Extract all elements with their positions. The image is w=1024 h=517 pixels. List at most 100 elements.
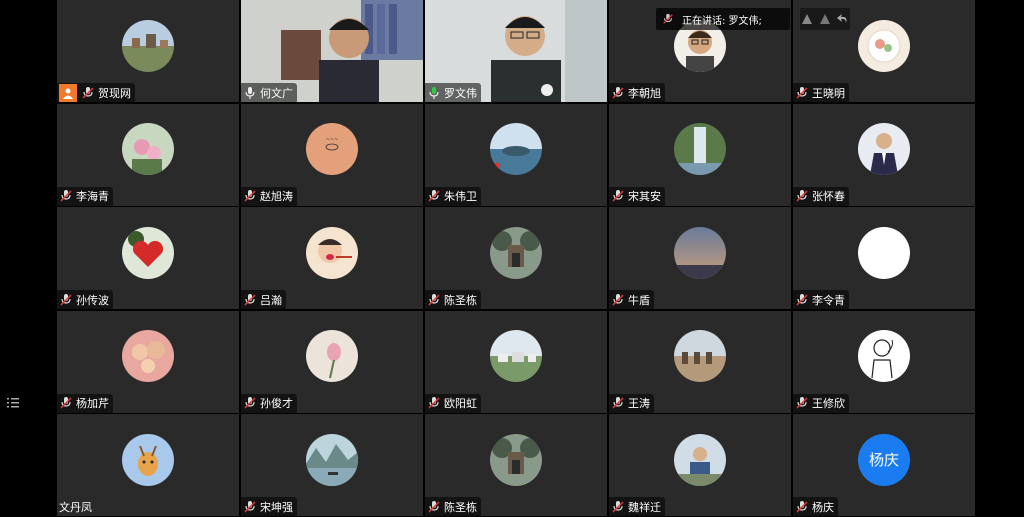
muted-mic-icon[interactable]	[243, 189, 257, 203]
participant-tile[interactable]: 孙俊才	[241, 310, 423, 413]
participant-tile[interactable]: 杨加芹	[57, 310, 239, 413]
participant-avatar	[306, 226, 358, 279]
participant-name-bar: 宋其安	[609, 186, 665, 206]
host-icon	[59, 83, 77, 102]
participant-name: 何文广	[260, 86, 293, 100]
participant-tile[interactable]: 王修欣	[793, 310, 975, 413]
participant-tile[interactable]: 朱伟卫	[425, 103, 607, 206]
participant-tile[interactable]: 陈圣栋	[425, 414, 607, 516]
participant-name-bar: 吕瀚	[241, 290, 286, 309]
participant-name: 孙俊才	[260, 397, 293, 410]
participant-name: 欧阳虹	[444, 397, 477, 410]
participant-name-bar: 朱伟卫	[425, 186, 481, 206]
participant-tile[interactable]: 李海青	[57, 103, 239, 206]
muted-mic-icon[interactable]	[59, 189, 73, 203]
muted-mic-icon[interactable]	[795, 396, 809, 410]
participant-avatar	[674, 226, 726, 279]
participant-tile[interactable]: 宋其安	[609, 103, 791, 206]
participant-avatar	[858, 330, 910, 383]
participant-name-bar: 文丹凤	[57, 497, 96, 516]
muted-mic-icon[interactable]	[427, 396, 441, 410]
participant-tile[interactable]: 陈圣栋	[425, 207, 607, 309]
muted-mic-icon[interactable]	[59, 396, 73, 410]
participant-name: 魏祥迁	[628, 500, 661, 514]
muted-mic-icon[interactable]	[611, 86, 625, 100]
muted-mic-icon[interactable]	[795, 293, 809, 307]
participant-name: 陈圣栋	[444, 293, 477, 307]
participant-name: 王晓明	[812, 86, 845, 100]
participant-name-bar: 陈圣栋	[425, 497, 481, 516]
participant-name: 李海青	[76, 190, 109, 203]
muted-mic-icon[interactable]	[795, 86, 809, 100]
muted-mic-icon[interactable]	[427, 500, 441, 514]
participant-avatar	[306, 330, 358, 383]
participant-tile[interactable]: 欧阳虹	[425, 310, 607, 413]
speaking-mic-icon[interactable]	[427, 86, 441, 100]
participant-tile[interactable]: 张怀春	[793, 103, 975, 206]
muted-mic-icon[interactable]	[795, 500, 809, 514]
participant-name: 杨庆	[812, 500, 834, 514]
participant-name-bar: 张怀春	[793, 186, 849, 206]
participant-name-bar: 王涛	[609, 393, 654, 413]
muted-mic-icon[interactable]	[243, 293, 257, 307]
muted-mic-icon[interactable]	[243, 396, 257, 410]
participant-avatar	[122, 330, 174, 383]
participant-name-bar: 赵旭涛	[241, 186, 297, 206]
participant-name: 张怀春	[812, 190, 845, 203]
speaking-label: 正在讲话: 罗文伟;	[682, 15, 762, 27]
muted-mic-icon[interactable]	[427, 293, 441, 307]
muted-mic-icon[interactable]	[611, 189, 625, 203]
participant-name-bar: 李海青	[57, 186, 113, 206]
participant-avatar	[858, 226, 910, 279]
participant-tile[interactable]: 文丹凤	[57, 414, 239, 516]
participant-name: 贺现网	[98, 86, 131, 100]
participant-tile[interactable]: 孙传波	[57, 207, 239, 309]
participant-name: 杨加芹	[76, 397, 109, 410]
participant-avatar	[490, 123, 542, 176]
participant-name-bar: 李朝旭	[609, 83, 665, 102]
participant-tile[interactable]: 牛盾	[609, 207, 791, 309]
muted-mic-icon[interactable]	[81, 86, 95, 100]
participant-avatar	[858, 19, 910, 72]
participant-avatar	[122, 19, 174, 72]
participant-avatar	[858, 123, 910, 176]
muted-mic-icon[interactable]	[795, 189, 809, 203]
participant-name: 朱伟卫	[444, 190, 477, 203]
svg-text:~~~: ~~~	[326, 137, 339, 143]
participant-avatar	[490, 226, 542, 279]
participant-name-bar: 孙传波	[57, 290, 113, 309]
menu-icon[interactable]	[6, 396, 20, 410]
participant-name-bar: 欧阳虹	[425, 393, 481, 413]
participant-tile[interactable]: 李令青	[793, 207, 975, 309]
participant-tile[interactable]: 吕瀚	[241, 207, 423, 309]
participant-tile[interactable]: 魏祥迁	[609, 414, 791, 516]
participant-avatar	[674, 330, 726, 383]
avatar-initials: 杨庆	[868, 451, 899, 470]
participant-avatar	[122, 123, 174, 176]
participant-name-bar: 李令青	[793, 290, 849, 309]
participant-avatar: ~~~	[306, 123, 358, 176]
participant-name-bar: 牛盾	[609, 290, 654, 309]
muted-mic-icon[interactable]	[611, 396, 625, 410]
participant-tile[interactable]: 罗文伟	[425, 0, 607, 102]
participant-tile[interactable]: 杨庆 杨庆	[793, 414, 975, 516]
pin-icon[interactable]	[800, 12, 814, 26]
mic-icon[interactable]	[243, 86, 257, 100]
view-controls[interactable]	[800, 8, 850, 30]
participant-tile[interactable]: 贺现网	[57, 0, 239, 102]
participant-tile[interactable]: 何文广	[241, 0, 423, 102]
muted-mic-icon[interactable]	[427, 189, 441, 203]
participant-tile[interactable]: 王涛	[609, 310, 791, 413]
participant-name-bar: 何文广	[241, 83, 297, 102]
back-icon[interactable]	[836, 12, 850, 26]
muted-mic-icon[interactable]	[611, 293, 625, 307]
participant-name-bar: 杨加芹	[57, 393, 113, 413]
muted-mic-icon[interactable]	[243, 500, 257, 514]
participant-tile[interactable]: ~~~ 赵旭涛	[241, 103, 423, 206]
participant-tile[interactable]: 宋坤强	[241, 414, 423, 516]
muted-mic-icon[interactable]	[59, 293, 73, 307]
participant-name-bar: 杨庆	[793, 497, 838, 516]
participant-avatar: 杨庆	[858, 433, 910, 486]
layout-icon[interactable]	[818, 12, 832, 26]
muted-mic-icon[interactable]	[611, 500, 625, 514]
